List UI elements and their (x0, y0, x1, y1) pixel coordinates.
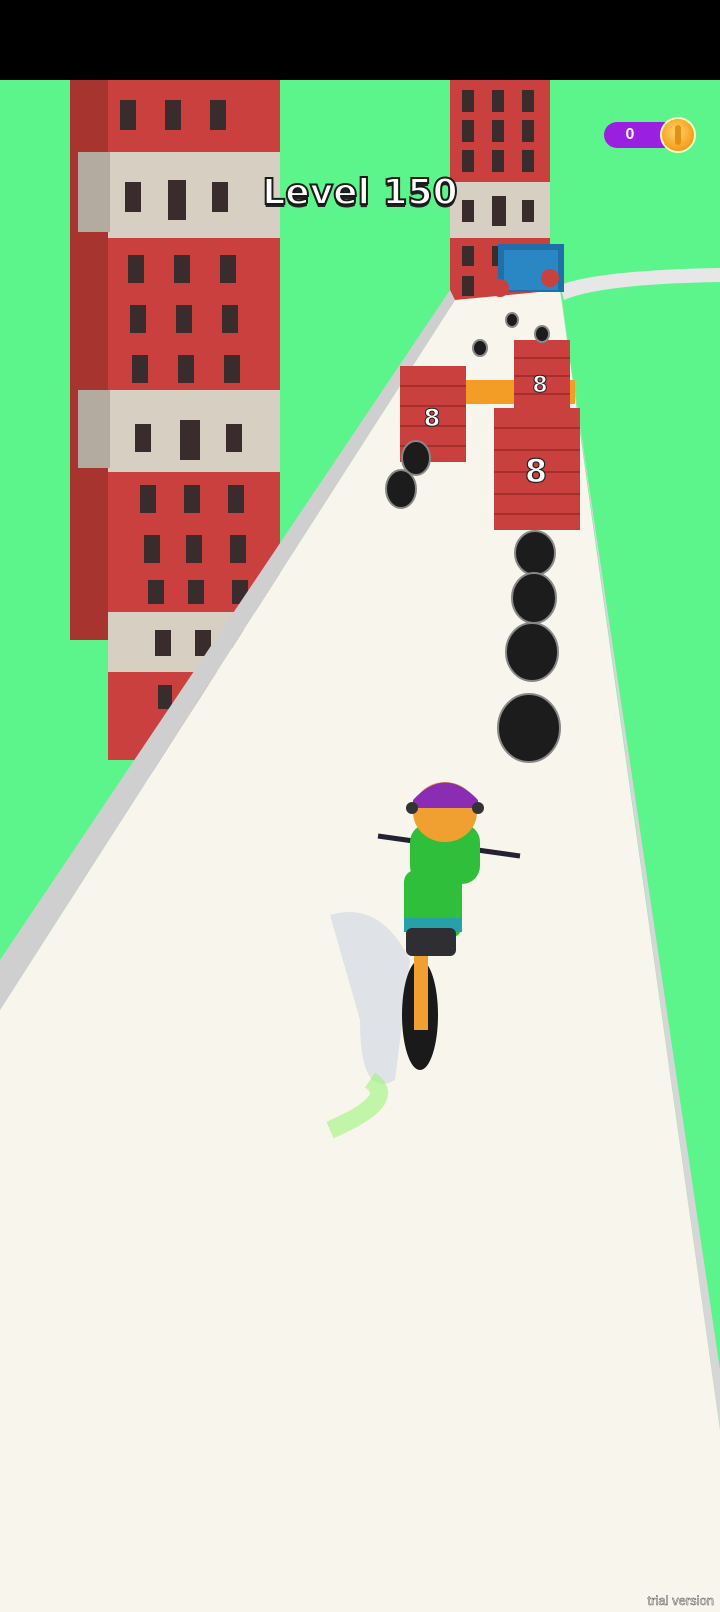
trial-watermark: trial version (647, 1593, 714, 1609)
brick-wall-left-count: 8 (424, 404, 441, 432)
wheel-pickup (514, 530, 556, 576)
coin-count: 0 (625, 126, 635, 143)
wheel-pickup (511, 572, 557, 624)
wheel-pickup (401, 440, 431, 476)
game-scene[interactable]: 8 8 8 (0, 80, 720, 1612)
status-bar (0, 0, 720, 80)
brick-wall-far-count: 8 (532, 373, 547, 398)
level-label: Level 150 (261, 171, 458, 214)
coin-icon (660, 117, 696, 153)
wheel-pickup (505, 622, 559, 682)
game-screen[interactable]: 8 8 8 Level 150 0 trial version (0, 0, 720, 1612)
wheel-pickup (385, 469, 417, 509)
brick-wall-near-count: 8 (525, 452, 547, 490)
finish-gate (491, 244, 564, 297)
coin-counter: 0 (604, 116, 696, 154)
brick-wall-far[interactable]: 8 (514, 340, 570, 410)
wheel-pickup (497, 693, 561, 763)
wheel-pickup (472, 339, 488, 357)
wheel-pickup (534, 325, 550, 343)
wheel-pickup (505, 312, 519, 328)
brick-wall-near[interactable]: 8 (494, 408, 580, 530)
